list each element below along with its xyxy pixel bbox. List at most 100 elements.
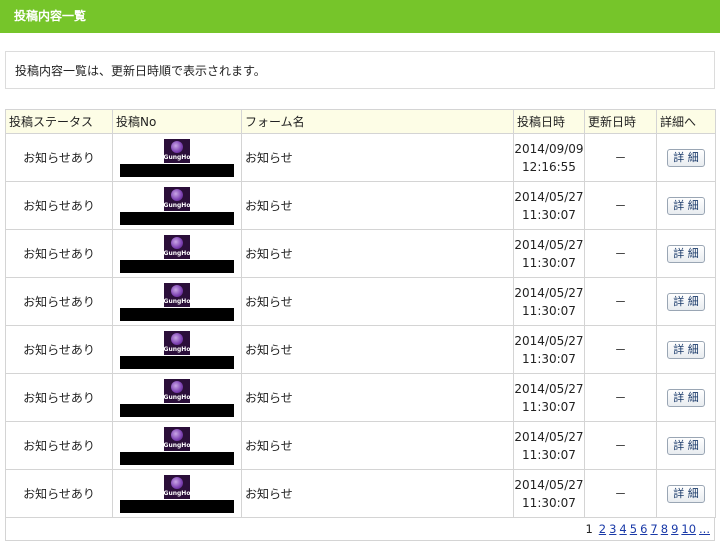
- column-header-post-date: 投稿日時: [513, 109, 585, 134]
- cell-form-name: お知らせ: [241, 277, 514, 326]
- column-header-post-no: 投稿No: [112, 109, 242, 134]
- detail-button[interactable]: 詳 細: [667, 340, 705, 359]
- post-date: 2014/09/09: [514, 141, 584, 156]
- cell-form-name: お知らせ: [241, 325, 514, 374]
- post-time: 12:16:55: [522, 159, 576, 174]
- redacted-post-number: [120, 211, 234, 225]
- logo-orb: [171, 476, 183, 489]
- notice-text: 投稿内容一覧は、更新日時順で表示されます。: [15, 64, 266, 78]
- cell-post-date: 2014/05/27 11:30:07: [513, 421, 585, 470]
- detail-button[interactable]: 詳 細: [667, 196, 705, 215]
- pagination-current-page: 1: [585, 522, 593, 536]
- logo-text: GungHo: [164, 153, 190, 161]
- logo-text: GungHo: [164, 393, 190, 401]
- cell-post-date: 2014/05/27 11:30:07: [513, 229, 585, 278]
- redacted-post-number: [120, 163, 234, 177]
- logo-text: GungHo: [164, 345, 190, 353]
- detail-button[interactable]: 詳 細: [667, 244, 705, 263]
- gungho-logo-icon: GungHo: [164, 426, 190, 451]
- notice-box: 投稿内容一覧は、更新日時順で表示されます。: [5, 51, 715, 89]
- pagination-page-link[interactable]: ...: [699, 522, 710, 536]
- cell-status: お知らせあり: [5, 469, 113, 518]
- pagination-page-link[interactable]: 7: [650, 522, 657, 536]
- post-time: 11:30:07: [522, 495, 576, 510]
- post-date: 2014/05/27: [514, 477, 584, 492]
- logo-orb: [171, 140, 183, 153]
- post-no-content: GungHo: [113, 234, 241, 273]
- cell-form-name: お知らせ: [241, 421, 514, 470]
- post-no-content: GungHo: [113, 378, 241, 417]
- detail-button[interactable]: 詳 細: [667, 148, 705, 167]
- cell-detail: 詳 細: [656, 373, 716, 422]
- cell-updated-date: －: [584, 373, 657, 422]
- column-header-form-name: フォーム名: [241, 109, 514, 134]
- logo-text: GungHo: [164, 489, 190, 497]
- logo-orb: [171, 332, 183, 345]
- table-row: お知らせあり GungHo お知らせ 2014/05/27 11:30:07 －…: [5, 325, 716, 374]
- cell-updated-date: －: [584, 277, 657, 326]
- table-header-row: 投稿ステータス 投稿No フォーム名 投稿日時 更新日時 詳細へ: [5, 109, 716, 134]
- logo-orb: [171, 380, 183, 393]
- post-time: 11:30:07: [522, 399, 576, 414]
- cell-status: お知らせあり: [5, 325, 113, 374]
- cell-updated-date: －: [584, 325, 657, 374]
- gungho-logo-icon: GungHo: [164, 186, 190, 211]
- cell-post-no: GungHo: [112, 421, 242, 470]
- cell-status: お知らせあり: [5, 373, 113, 422]
- cell-post-no: GungHo: [112, 373, 242, 422]
- logo-orb: [171, 428, 183, 441]
- cell-post-no: GungHo: [112, 469, 242, 518]
- cell-post-no: GungHo: [112, 277, 242, 326]
- post-no-content: GungHo: [113, 138, 241, 177]
- cell-detail: 詳 細: [656, 325, 716, 374]
- cell-updated-date: －: [584, 421, 657, 470]
- pagination-page-link[interactable]: 4: [619, 522, 626, 536]
- pagination-page-link[interactable]: 8: [661, 522, 668, 536]
- pagination-page-link[interactable]: 6: [640, 522, 647, 536]
- post-date: 2014/05/27: [514, 381, 584, 396]
- post-time: 11:30:07: [522, 303, 576, 318]
- pagination-page-link[interactable]: 3: [609, 522, 616, 536]
- redacted-post-number: [120, 403, 234, 417]
- page-header: 投稿内容一覧: [0, 0, 720, 33]
- detail-button[interactable]: 詳 細: [667, 388, 705, 407]
- post-date: 2014/05/27: [514, 285, 584, 300]
- redacted-post-number: [120, 355, 234, 369]
- cell-form-name: お知らせ: [241, 229, 514, 278]
- cell-post-no: GungHo: [112, 325, 242, 374]
- pagination-page-link[interactable]: 10: [681, 522, 696, 536]
- cell-form-name: お知らせ: [241, 373, 514, 422]
- detail-button[interactable]: 詳 細: [667, 436, 705, 455]
- post-date: 2014/05/27: [514, 189, 584, 204]
- cell-post-date: 2014/05/27 11:30:07: [513, 277, 585, 326]
- cell-post-no: GungHo: [112, 181, 242, 230]
- posts-table: 投稿ステータス 投稿No フォーム名 投稿日時 更新日時 詳細へ お知らせあり …: [5, 109, 716, 518]
- cell-detail: 詳 細: [656, 133, 716, 182]
- column-header-status: 投稿ステータス: [5, 109, 113, 134]
- column-header-updated-date: 更新日時: [584, 109, 657, 134]
- post-no-content: GungHo: [113, 330, 241, 369]
- detail-button[interactable]: 詳 細: [667, 292, 705, 311]
- table-row: お知らせあり GungHo お知らせ 2014/05/27 11:30:07 －…: [5, 421, 716, 470]
- gungho-logo-icon: GungHo: [164, 378, 190, 403]
- post-time: 11:30:07: [522, 207, 576, 222]
- detail-button[interactable]: 詳 細: [667, 484, 705, 503]
- pagination-page-link[interactable]: 2: [599, 522, 606, 536]
- post-date: 2014/05/27: [514, 429, 584, 444]
- gungho-logo-icon: GungHo: [164, 330, 190, 355]
- cell-detail: 詳 細: [656, 421, 716, 470]
- pagination-page-link[interactable]: 9: [671, 522, 678, 536]
- pagination-page-link[interactable]: 5: [630, 522, 637, 536]
- redacted-post-number: [120, 451, 234, 465]
- column-header-detail: 詳細へ: [656, 109, 716, 134]
- logo-text: GungHo: [164, 297, 190, 305]
- cell-detail: 詳 細: [656, 229, 716, 278]
- cell-detail: 詳 細: [656, 277, 716, 326]
- table-row: お知らせあり GungHo お知らせ 2014/05/27 11:30:07 －…: [5, 373, 716, 422]
- post-no-content: GungHo: [113, 474, 241, 513]
- logo-text: GungHo: [164, 441, 190, 449]
- post-no-content: GungHo: [113, 186, 241, 225]
- cell-post-date: 2014/05/27 11:30:07: [513, 373, 585, 422]
- cell-updated-date: －: [584, 181, 657, 230]
- redacted-post-number: [120, 259, 234, 273]
